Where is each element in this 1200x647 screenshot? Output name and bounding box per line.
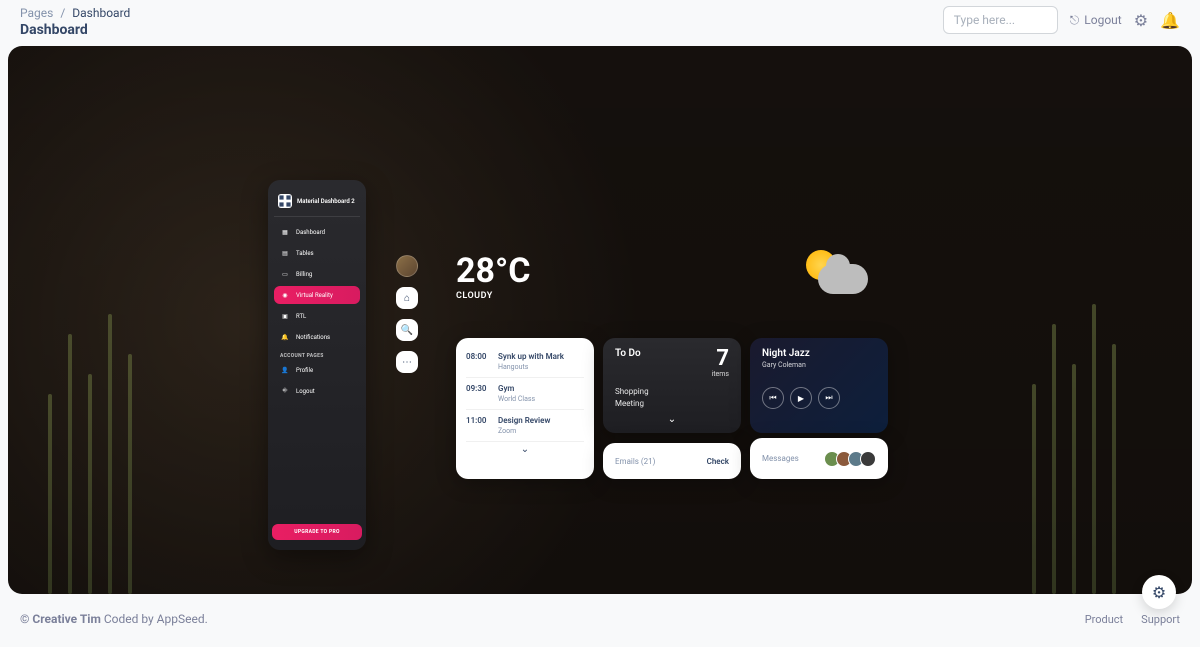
emails-card[interactable]: Emails (21) Check xyxy=(603,443,741,479)
footer-link-support[interactable]: Support xyxy=(1141,613,1180,626)
vr-icon: ◉ xyxy=(280,290,290,300)
breadcrumb-current: Dashboard xyxy=(72,6,130,20)
todo-item: Shopping xyxy=(615,386,729,398)
gear-icon[interactable]: ⚙ xyxy=(1134,11,1148,30)
upgrade-button[interactable]: UPGRADE TO PRO xyxy=(272,524,362,540)
todo-card: To Do 7 items Shopping Meeting ⌄ xyxy=(603,338,741,433)
emails-label: Emails (21) xyxy=(615,457,655,466)
dashboard-icon: ▦ xyxy=(280,227,290,237)
schedule-expand[interactable]: ⌄ xyxy=(466,444,584,455)
weather-icon xyxy=(798,246,868,301)
prev-icon: ⏮ xyxy=(769,393,776,403)
billing-icon: ▭ xyxy=(280,269,290,279)
brand-logo-icon xyxy=(278,194,292,208)
music-card: Night Jazz Gary Coleman ⏮ ▶ ⏭ xyxy=(750,338,888,433)
more-icon: ⋯ xyxy=(402,357,412,368)
decorative-plants-left xyxy=(18,214,198,594)
breadcrumb-root[interactable]: Pages xyxy=(20,6,53,20)
play-icon: ▶ xyxy=(798,394,804,403)
weather-widget: 28°C CLOUDY xyxy=(456,251,531,301)
search-icon: 🔍 xyxy=(401,325,413,336)
footer-link-product[interactable]: Product xyxy=(1085,613,1123,626)
nav-billing[interactable]: ▭Billing xyxy=(274,265,360,283)
breadcrumb: Pages / Dashboard xyxy=(20,6,130,20)
more-button[interactable]: ⋯ xyxy=(396,351,418,373)
notifications-icon: 🔔 xyxy=(280,332,290,342)
chevron-down-icon: ⌄ xyxy=(668,414,676,425)
page-title: Dashboard xyxy=(20,22,130,38)
sidenav: Material Dashboard 2 ▦Dashboard ▤Tables … xyxy=(268,180,366,550)
logout-link[interactable]: ⎋ Logout xyxy=(1070,13,1122,28)
nav-notifications[interactable]: 🔔Notifications xyxy=(274,328,360,346)
nav-virtual-reality[interactable]: ◉Virtual Reality xyxy=(274,286,360,304)
schedule-row[interactable]: 08:00 Synk up with MarkHangouts xyxy=(466,346,584,378)
gear-icon: ⚙ xyxy=(1152,583,1166,602)
todo-title: To Do xyxy=(615,348,641,359)
todo-item: Meeting xyxy=(615,398,729,410)
logout-icon: ⎋ xyxy=(1070,13,1080,28)
schedule-row[interactable]: 09:30 GymWorld Class xyxy=(466,378,584,410)
tables-icon: ▤ xyxy=(280,248,290,258)
music-artist: Gary Coleman xyxy=(762,361,876,369)
music-prev-button[interactable]: ⏮ xyxy=(762,387,784,409)
chevron-down-icon: ⌄ xyxy=(521,444,529,455)
rtl-icon: ▣ xyxy=(280,311,290,321)
settings-fab[interactable]: ⚙ xyxy=(1142,575,1176,609)
next-icon: ⏭ xyxy=(825,393,832,403)
search-input[interactable] xyxy=(943,6,1058,34)
nav-profile[interactable]: 👤Profile xyxy=(274,361,360,379)
nav-section-account: ACCOUNT PAGES xyxy=(274,349,360,361)
profile-icon: 👤 xyxy=(280,365,290,375)
nav-rtl[interactable]: ▣RTL xyxy=(274,307,360,325)
messages-card[interactable]: Messages xyxy=(750,438,888,479)
decorative-plants-right xyxy=(1002,214,1182,594)
nav-logout[interactable]: ⎆Logout xyxy=(274,382,360,400)
nav-dashboard[interactable]: ▦Dashboard xyxy=(274,223,360,241)
main-vr-area: Material Dashboard 2 ▦Dashboard ▤Tables … xyxy=(8,46,1192,594)
user-avatar[interactable] xyxy=(396,255,418,277)
schedule-card: 08:00 Synk up with MarkHangouts 09:30 Gy… xyxy=(456,338,594,479)
todo-expand[interactable]: ⌄ xyxy=(615,414,729,425)
emails-check-link[interactable]: Check xyxy=(707,457,729,466)
avatar[interactable] xyxy=(860,451,876,467)
messages-avatars xyxy=(828,451,876,467)
weather-desc: CLOUDY xyxy=(456,291,531,301)
todo-count: 7 xyxy=(712,348,729,370)
footer-copyright: © Creative Tim Coded by AppSeed. xyxy=(20,612,208,626)
messages-label: Messages xyxy=(762,454,799,463)
nav-tables[interactable]: ▤Tables xyxy=(274,244,360,262)
home-icon: ⌂ xyxy=(404,293,410,304)
music-play-button[interactable]: ▶ xyxy=(790,387,812,409)
bell-icon[interactable]: 🔔 xyxy=(1160,11,1180,30)
weather-temp: 28°C xyxy=(456,251,531,291)
schedule-row[interactable]: 11:00 Design ReviewZoom xyxy=(466,410,584,442)
logout-nav-icon: ⎆ xyxy=(280,386,290,396)
search-button[interactable]: 🔍 xyxy=(396,319,418,341)
sidenav-brand[interactable]: Material Dashboard 2 xyxy=(274,192,360,217)
home-button[interactable]: ⌂ xyxy=(396,287,418,309)
music-next-button[interactable]: ⏭ xyxy=(818,387,840,409)
cloud-icon xyxy=(818,264,868,294)
music-title: Night Jazz xyxy=(762,348,876,359)
